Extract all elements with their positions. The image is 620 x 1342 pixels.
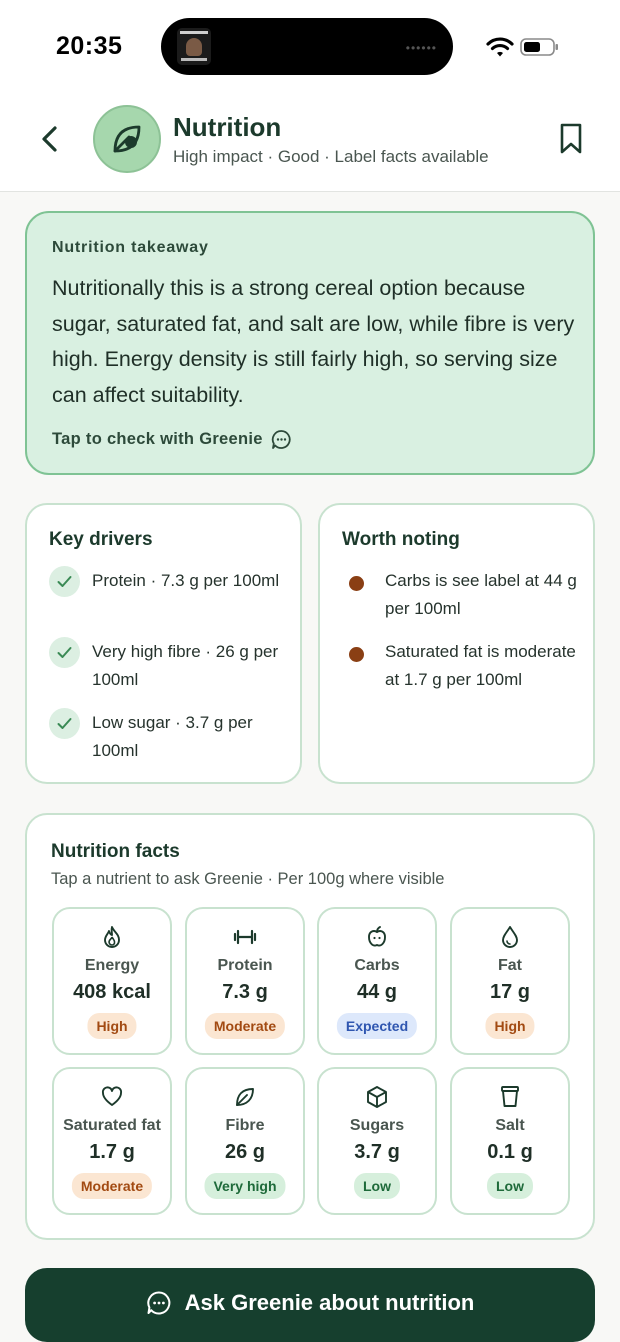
- nutrient-value: 17 g: [489, 981, 531, 1003]
- droplet-icon: [502, 926, 518, 948]
- status-bar: 20:35 ••••••: [0, 0, 620, 92]
- now-playing-thumbnail: [177, 28, 211, 65]
- nutrient-label: Protein: [217, 957, 273, 974]
- dynamic-island[interactable]: ••••••: [161, 18, 453, 75]
- nutrient-label: Fibre: [225, 1117, 265, 1134]
- nutrition-facts-title: Nutrition facts: [51, 841, 180, 862]
- nutrient-badge: Very high: [204, 1173, 286, 1199]
- dumbbell-icon: [233, 929, 257, 945]
- nutrient-badge: High: [87, 1013, 137, 1039]
- nutrient-badge: Low: [487, 1173, 533, 1199]
- nutrient-tile-fat[interactable]: Fat 17 g High: [450, 907, 570, 1055]
- check-with-greenie-link[interactable]: Tap to check with Greenie: [52, 429, 292, 450]
- takeaway-cta-label: Tap to check with Greenie: [52, 430, 263, 448]
- nutrient-value: 7.3 g: [222, 981, 268, 1003]
- nutrient-label: Fat: [498, 957, 522, 974]
- nutrition-facts-subtitle: Tap a nutrient to ask Greenie · Per 100g…: [51, 870, 445, 888]
- driver-text: Low sugar · 3.7 g per 100ml: [92, 713, 253, 760]
- nutrient-label: Salt: [495, 1117, 525, 1134]
- nutrient-label: Carbs: [354, 957, 400, 974]
- leaf-icon: [236, 1088, 254, 1106]
- nutrient-badge: Moderate: [204, 1013, 286, 1039]
- check-icon: [49, 708, 80, 739]
- nutrient-tile-protein[interactable]: Protein 7.3 g Moderate: [185, 907, 305, 1055]
- note-text: Saturated fat is moderate at 1.7 g per 1…: [385, 642, 576, 689]
- nutrient-tile-saturated-fat[interactable]: Saturated fat 1.7 g Moderate: [52, 1067, 172, 1215]
- audio-waveform-icon: ••••••: [405, 41, 437, 55]
- chevron-left-icon[interactable]: [36, 122, 64, 156]
- warning-dot-icon: [349, 647, 364, 662]
- page-title: Nutrition: [173, 112, 282, 142]
- ask-greenie-button[interactable]: Ask Greenie about nutrition: [25, 1268, 595, 1342]
- warning-dot-icon: [349, 576, 364, 591]
- nutrient-label: Energy: [84, 957, 140, 974]
- nutrient-label: Saturated fat: [63, 1117, 161, 1134]
- nutrient-tile-salt[interactable]: Salt 0.1 g Low: [450, 1067, 570, 1215]
- nutrient-value: 408 kcal: [73, 981, 151, 1003]
- worth-noting-card: Worth noting Carbs is see label at 44 g …: [318, 503, 595, 784]
- nutrient-value: 0.1 g: [487, 1141, 533, 1163]
- bookmark-icon[interactable]: [558, 122, 584, 156]
- worth-noting-title: Worth noting: [342, 529, 460, 550]
- nutrient-badge: Expected: [336, 1013, 418, 1039]
- cube-icon: [367, 1086, 387, 1108]
- apple-icon: [368, 926, 386, 947]
- nutrient-value: 3.7 g: [354, 1141, 400, 1163]
- driver-text: Protein · 7.3 g per 100ml: [92, 571, 280, 590]
- nutrient-tile-carbs[interactable]: Carbs 44 g Expected: [317, 907, 437, 1055]
- page-subtitle: High impact · Good · Label facts availab…: [173, 147, 489, 166]
- page-header: Nutrition High impact · Good · Label fac…: [0, 92, 620, 192]
- nutrient-badge: Low: [354, 1173, 400, 1199]
- nutrition-takeaway-card[interactable]: Nutrition takeaway Nutritionally this is…: [25, 211, 595, 475]
- driver-text: Very high fibre · 26 g per 100ml: [92, 642, 279, 689]
- key-drivers-title: Key drivers: [49, 529, 153, 550]
- heart-icon: [101, 1086, 123, 1106]
- nutrition-facts-card: Nutrition facts Tap a nutrient to ask Gr…: [25, 813, 595, 1240]
- nutrient-tile-fibre[interactable]: Fibre 26 g Very high: [185, 1067, 305, 1215]
- nutrient-tile-sugars[interactable]: Sugars 3.7 g Low: [317, 1067, 437, 1215]
- nutrient-value: 1.7 g: [89, 1141, 135, 1163]
- status-time: 20:35: [56, 32, 123, 60]
- check-icon: [49, 566, 80, 597]
- cup-icon: [501, 1086, 519, 1107]
- nutrient-value: 26 g: [224, 1141, 266, 1163]
- nutrient-badge: High: [485, 1013, 535, 1039]
- takeaway-label: Nutrition takeaway: [52, 239, 209, 256]
- leaf-icon: [113, 125, 141, 153]
- battery-icon: [520, 38, 558, 56]
- chat-bubble-icon: [146, 1291, 170, 1315]
- flame-icon: [104, 926, 120, 948]
- takeaway-text: Nutritionally this is a strong cereal op…: [52, 276, 575, 407]
- check-icon: [49, 637, 80, 668]
- nutrient-label: Sugars: [349, 1117, 405, 1134]
- nutrition-avatar: [93, 105, 161, 173]
- nutrient-value: 44 g: [356, 981, 398, 1003]
- key-drivers-card: Key drivers Protein · 7.3 g per 100ml Ve…: [25, 503, 302, 784]
- chat-bubble-icon: [271, 430, 291, 449]
- ask-greenie-label: Ask Greenie about nutrition: [184, 1290, 475, 1315]
- wifi-icon: [486, 37, 514, 57]
- note-text: Carbs is see label at 44 g per 100ml: [385, 571, 577, 618]
- nutrient-badge: Moderate: [71, 1173, 153, 1199]
- nutrient-tile-energy[interactable]: Energy 408 kcal High: [52, 907, 172, 1055]
